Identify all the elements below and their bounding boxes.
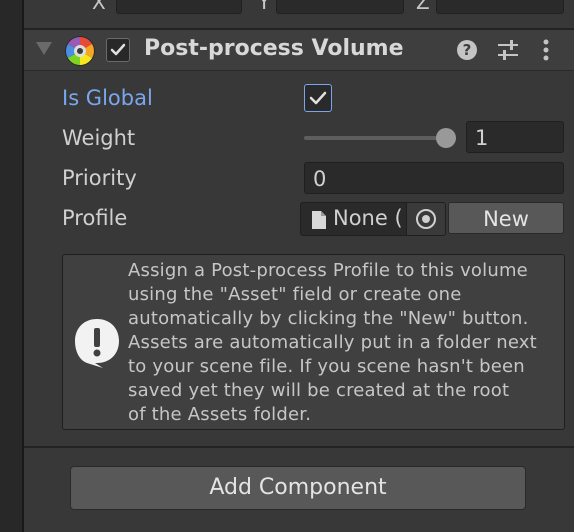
inspector-separator xyxy=(24,446,574,448)
foldout-arrow-icon[interactable] xyxy=(36,42,52,55)
profile-label: Profile xyxy=(62,206,128,230)
checkmark-icon xyxy=(110,43,126,56)
kebab-menu-icon[interactable] xyxy=(542,39,550,61)
priority-field[interactable]: 0 xyxy=(304,162,564,194)
asset-file-icon xyxy=(312,211,326,229)
warning-icon xyxy=(75,319,119,368)
checkmark-icon xyxy=(309,91,327,105)
add-component-button[interactable]: Add Component xyxy=(70,466,526,510)
x-field[interactable] xyxy=(116,0,242,14)
y-axis-label: Y xyxy=(258,0,271,14)
weight-slider-handle[interactable] xyxy=(436,128,456,148)
object-picker-button[interactable] xyxy=(406,203,445,235)
component-header[interactable]: Post-process Volume ? xyxy=(24,30,574,71)
y-field[interactable] xyxy=(276,0,404,14)
x-axis-label: X xyxy=(92,0,106,14)
transform-row: X Y Z xyxy=(24,0,574,28)
is-global-label: Is Global xyxy=(62,86,153,110)
component-enable-checkbox[interactable] xyxy=(106,38,130,62)
left-gutter xyxy=(0,0,22,532)
is-global-checkbox[interactable] xyxy=(304,84,332,112)
z-axis-label: Z xyxy=(416,0,430,14)
object-picker-icon xyxy=(416,209,436,229)
help-icon[interactable]: ? xyxy=(456,39,478,61)
new-profile-button[interactable]: New xyxy=(448,202,564,234)
inspector-panel: X Y Z Post-process Volume ? Is Global We… xyxy=(0,0,574,532)
z-field[interactable] xyxy=(436,0,564,14)
priority-label: Priority xyxy=(62,166,137,190)
panel-divider xyxy=(22,0,24,532)
help-box: Assign a Post-process Profile to this vo… xyxy=(62,254,565,430)
help-message: Assign a Post-process Profile to this vo… xyxy=(128,260,537,425)
profile-object-field[interactable]: None ( xyxy=(300,202,446,236)
post-process-volume-icon xyxy=(65,36,95,66)
preset-icon[interactable] xyxy=(496,39,520,61)
component-title: Post-process Volume xyxy=(144,36,404,61)
weight-value-field[interactable]: 1 xyxy=(466,121,564,153)
weight-slider-track[interactable] xyxy=(304,136,448,140)
weight-label: Weight xyxy=(62,126,136,150)
profile-value: None ( xyxy=(333,206,403,230)
svg-text:?: ? xyxy=(463,41,472,59)
